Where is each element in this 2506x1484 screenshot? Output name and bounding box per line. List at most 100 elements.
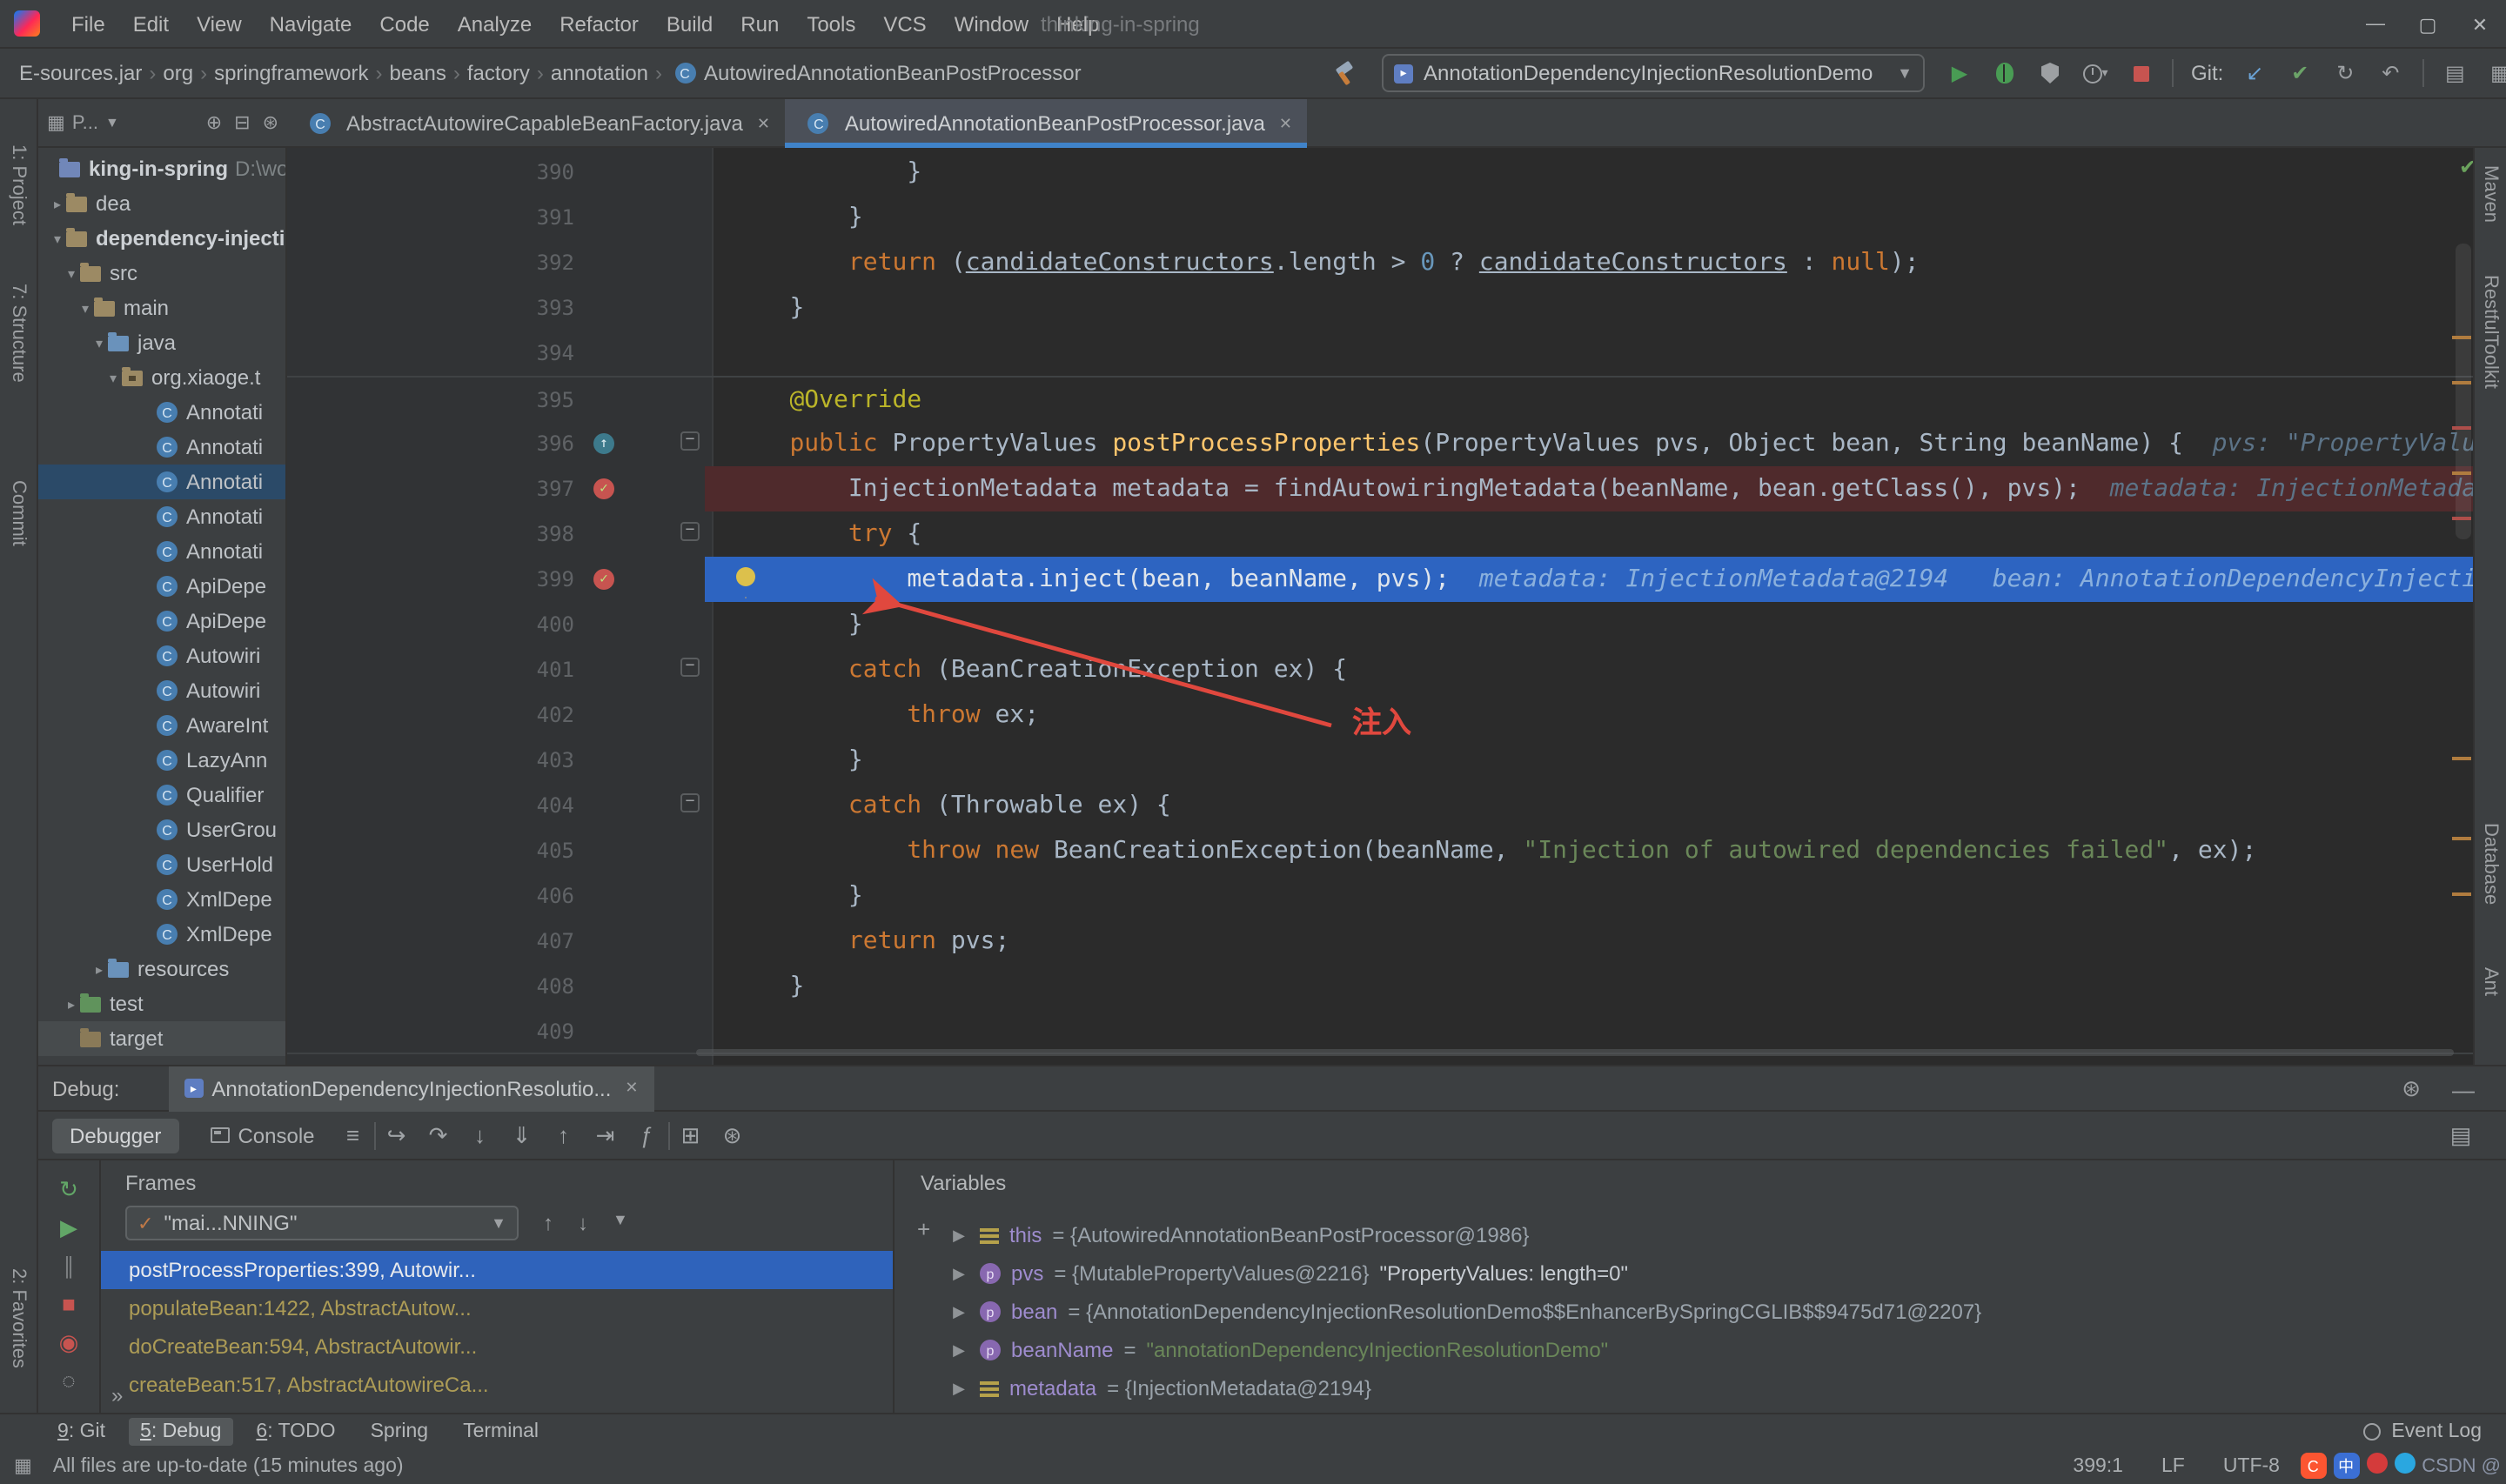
project-view-selector[interactable]: P... xyxy=(72,112,98,133)
thread-selector[interactable]: ✓ "mai...NNING" ▼ xyxy=(125,1206,519,1240)
prev-frame-icon[interactable]: ↑ xyxy=(543,1211,553,1235)
vertical-scrollbar[interactable] xyxy=(2456,244,2471,539)
tool-button-terminal[interactable]: Terminal xyxy=(451,1417,551,1445)
tree-item-king-in-spring[interactable]: king-in-springD:\wor xyxy=(38,151,285,186)
line-number[interactable]: 406 xyxy=(409,873,574,919)
menu-build[interactable]: Build xyxy=(653,11,727,36)
line-number[interactable]: 403 xyxy=(409,738,574,783)
tree-item-apidepe[interactable]: CApiDepe xyxy=(38,569,285,604)
variable-row-metadata[interactable]: ▶metadata = {InjectionMetadata@2194} xyxy=(948,1369,2506,1407)
tree-item-autowiri[interactable]: CAutowiri xyxy=(38,673,285,708)
tree-arrow[interactable]: ▾ xyxy=(104,370,122,385)
commit-icon[interactable]: ✔ xyxy=(2286,59,2314,87)
frame-row[interactable]: populateBean:1422, AbstractAutow... xyxy=(101,1289,893,1327)
tree-item-test[interactable]: ▸test xyxy=(38,986,285,1021)
stop-icon[interactable] xyxy=(2127,59,2154,87)
tab-console[interactable]: Console xyxy=(192,1118,332,1153)
line-number[interactable]: 397 xyxy=(409,466,574,511)
debug-settings-icon[interactable]: ⊛ xyxy=(712,1121,754,1149)
layout-settings-icon[interactable]: ⊞ xyxy=(670,1121,712,1149)
breakpoint-icon[interactable]: ✓ xyxy=(593,569,614,590)
breadcrumb-factory[interactable]: factory xyxy=(466,61,532,85)
show-execution-point-icon[interactable]: ↪ xyxy=(376,1121,418,1149)
code-line-401[interactable]: 401− catch (BeanCreationException ex) { xyxy=(287,647,2506,692)
breadcrumb-class[interactable]: AutowiredAnnotationBeanPostProcessor xyxy=(702,61,1083,85)
frame-row[interactable]: createBean:517, AbstractAutowireCa... xyxy=(101,1366,893,1404)
tree-item-usergrou[interactable]: CUserGrou xyxy=(38,812,285,847)
tree-item-resources[interactable]: ▸resources xyxy=(38,952,285,986)
variable-row-bean[interactable]: ▶pbean = {AnnotationDependencyInjectionR… xyxy=(948,1293,2506,1331)
line-number[interactable]: 400 xyxy=(409,602,574,647)
hidden-frames-icon[interactable]: » xyxy=(111,1383,123,1407)
menu-analyze[interactable]: Analyze xyxy=(444,11,546,36)
tree-item-autowiri[interactable]: CAutowiri xyxy=(38,638,285,673)
fold-icon[interactable]: − xyxy=(680,522,700,541)
code-line-394[interactable]: 394 xyxy=(287,331,2506,376)
line-number[interactable]: 391 xyxy=(409,195,574,240)
expand-arrow-icon[interactable]: ▶ xyxy=(948,1379,969,1398)
tool-button-9-git[interactable]: 9: Git xyxy=(45,1417,117,1445)
tab-debugger[interactable]: Debugger xyxy=(52,1118,178,1153)
view-breakpoints-icon[interactable]: ◉ xyxy=(59,1331,79,1354)
file-encoding[interactable]: UTF-8 xyxy=(2223,1455,2280,1476)
hide-icon[interactable]: — xyxy=(2452,1076,2475,1102)
tree-item-target[interactable]: target xyxy=(38,1021,285,1056)
history-icon[interactable]: ↻ xyxy=(2331,59,2359,87)
rollback-icon[interactable]: ↶ xyxy=(2376,59,2404,87)
event-log-button[interactable]: Event Log xyxy=(2363,1420,2482,1441)
menu-vcs[interactable]: VCS xyxy=(869,11,940,36)
menu-run[interactable]: Run xyxy=(727,11,793,36)
code-editor[interactable]: 390 }391 }392 return (candidateConstruct… xyxy=(287,148,2506,1065)
tool-stripe-restfultoolkit[interactable]: RestfulToolkit xyxy=(2480,275,2501,389)
tool-stripe-ant[interactable]: Ant xyxy=(2480,967,2501,996)
line-number[interactable]: 409 xyxy=(409,1009,574,1054)
breadcrumb-e-sources-jar[interactable]: E-sources.jar xyxy=(17,61,144,85)
build-hammer-icon[interactable] xyxy=(1333,63,1357,84)
line-number[interactable]: 390 xyxy=(409,150,574,195)
breadcrumb-annotation[interactable]: annotation xyxy=(549,61,650,85)
fold-icon[interactable]: − xyxy=(680,658,700,677)
horizontal-scrollbar[interactable] xyxy=(696,1049,2454,1056)
tool-stripe-database[interactable]: Database xyxy=(2480,823,2501,905)
expand-arrow-icon[interactable]: ▶ xyxy=(948,1302,969,1321)
code-line-406[interactable]: 406 } xyxy=(287,873,2506,919)
force-step-into-icon[interactable]: ⇓ xyxy=(501,1121,543,1149)
code-line-395[interactable]: 395 @Override xyxy=(287,376,2506,421)
tree-item-dea[interactable]: ▸dea xyxy=(38,186,285,221)
menu-code[interactable]: Code xyxy=(365,11,443,36)
step-out-icon[interactable]: ↑ xyxy=(543,1122,585,1148)
code-line-399[interactable]: 399✓ metadata.inject(bean, beanName, pvs… xyxy=(287,557,2506,602)
rerun-icon[interactable]: ↻ xyxy=(59,1178,78,1200)
tree-item-annotati[interactable]: CAnnotati xyxy=(38,465,285,499)
tool-window-switcher-icon[interactable]: ▦ xyxy=(14,1454,32,1477)
select-opened-file-icon[interactable]: ⊕ xyxy=(206,111,222,134)
line-number[interactable]: 395 xyxy=(409,378,574,423)
line-number[interactable]: 405 xyxy=(409,828,574,873)
tree-item-annotati[interactable]: CAnnotati xyxy=(38,534,285,569)
next-frame-icon[interactable]: ↓ xyxy=(578,1211,588,1235)
code-line-403[interactable]: 403 } xyxy=(287,738,2506,783)
menu-view[interactable]: View xyxy=(183,11,256,36)
code-line-393[interactable]: 393 } xyxy=(287,285,2506,331)
variable-row-beanname[interactable]: ▶pbeanName = "annotationDependencyInject… xyxy=(948,1331,2506,1369)
line-number[interactable]: 408 xyxy=(409,964,574,1009)
tree-item-java[interactable]: ▾java xyxy=(38,325,285,360)
tab-abstractautowirecapablebeanfactory-java[interactable]: CAbstractAutowireCapableBeanFactory.java… xyxy=(287,99,786,148)
editor-layout-icon[interactable]: ▦ xyxy=(2486,59,2506,87)
tree-item-qualifier[interactable]: CQualifier xyxy=(38,778,285,812)
breadcrumb-springframework[interactable]: springframework xyxy=(212,61,370,85)
close-icon[interactable]: ✕ xyxy=(1279,114,1292,133)
variable-row-this[interactable]: ▶this = {AutowiredAnnotationBeanPostProc… xyxy=(948,1216,2506,1254)
line-number[interactable]: 396 xyxy=(409,421,574,466)
tool-stripe-maven[interactable]: Maven xyxy=(2480,165,2501,223)
tab-autowiredannotationbeanpostprocessor-java[interactable]: CAutowiredAnnotationBeanPostProcessor.ja… xyxy=(786,99,1308,148)
line-number[interactable]: 407 xyxy=(409,919,574,964)
debug-session-tab[interactable]: ▸ AnnotationDependencyInjectionResolutio… xyxy=(168,1066,653,1111)
breadcrumb-org[interactable]: org xyxy=(161,61,195,85)
menu-window[interactable]: Window xyxy=(941,11,1042,36)
breakpoint-icon[interactable]: ✓ xyxy=(593,478,614,499)
collapse-all-icon[interactable]: ⊟ xyxy=(234,111,250,134)
line-number[interactable]: 394 xyxy=(409,331,574,376)
tree-arrow[interactable]: ▾ xyxy=(90,335,108,351)
line-ending[interactable]: LF xyxy=(2161,1455,2185,1476)
